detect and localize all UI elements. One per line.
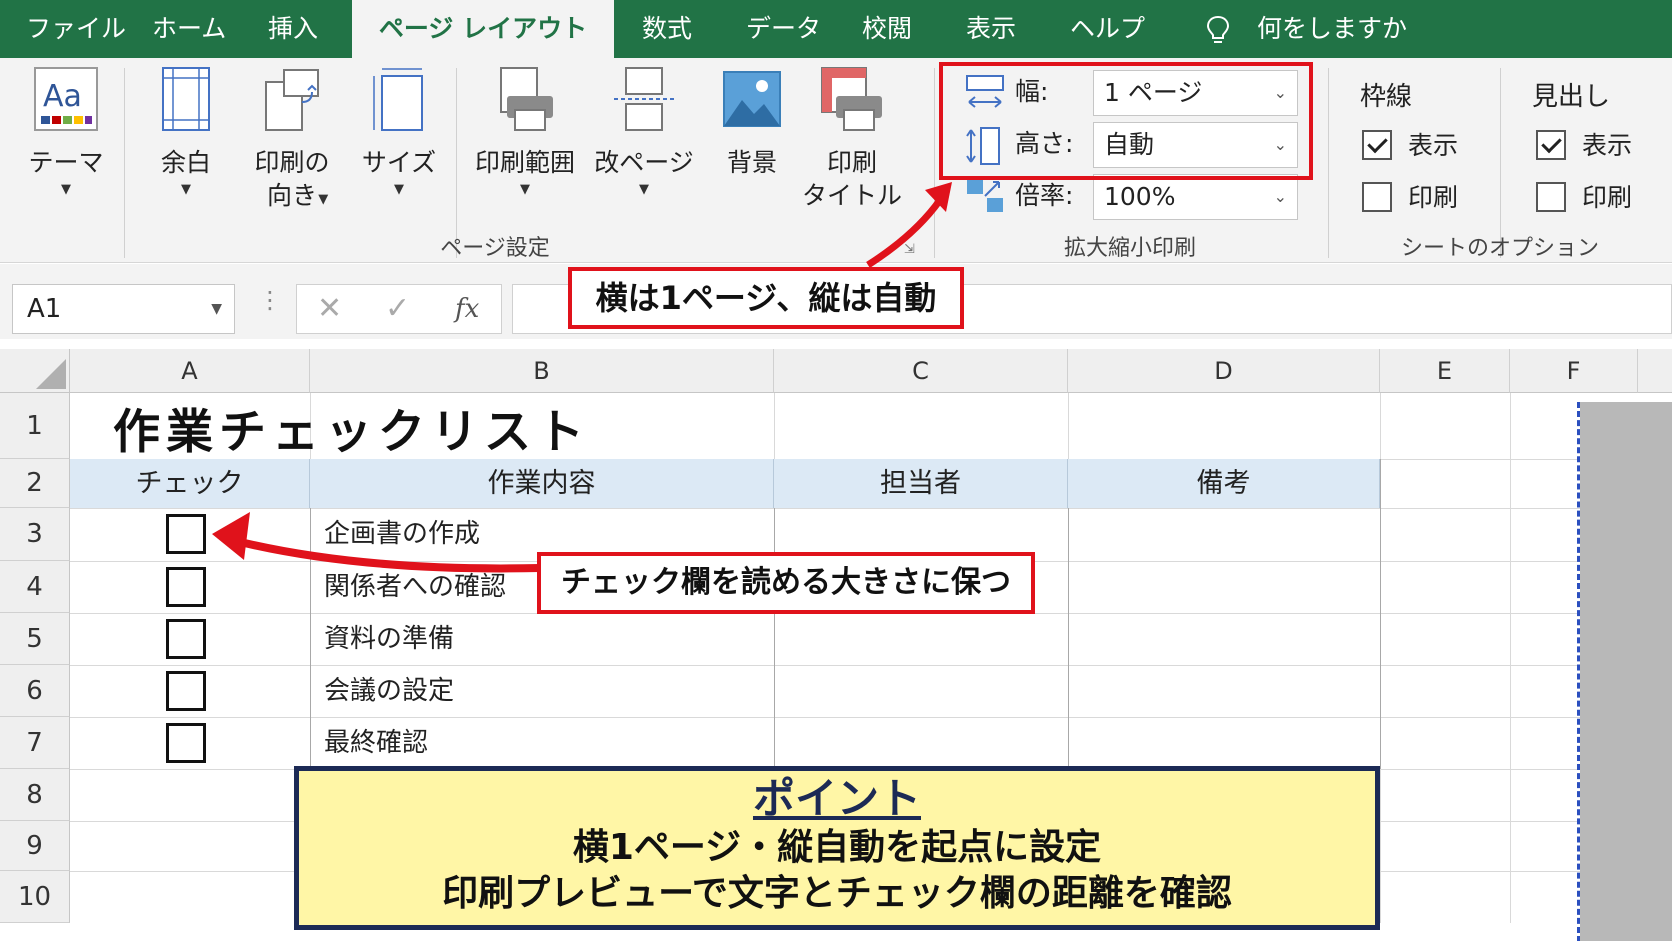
scale-callout: 横は1ページ、縦は自動 [568, 267, 964, 329]
point-heading: ポイント [752, 774, 921, 823]
point-line-2: 印刷プレビューで文字とチェック欄の距離を確認 [442, 873, 1232, 914]
point-box: ポイント 横1ページ・縦自動を起点に設定 印刷プレビューで文字とチェック欄の距離… [294, 766, 1380, 930]
checkbox-callout: チェック欄を読める大きさに保つ [537, 552, 1035, 614]
point-line-1: 横1ページ・縦自動を起点に設定 [572, 827, 1102, 868]
arrow-head-icon [212, 512, 250, 560]
